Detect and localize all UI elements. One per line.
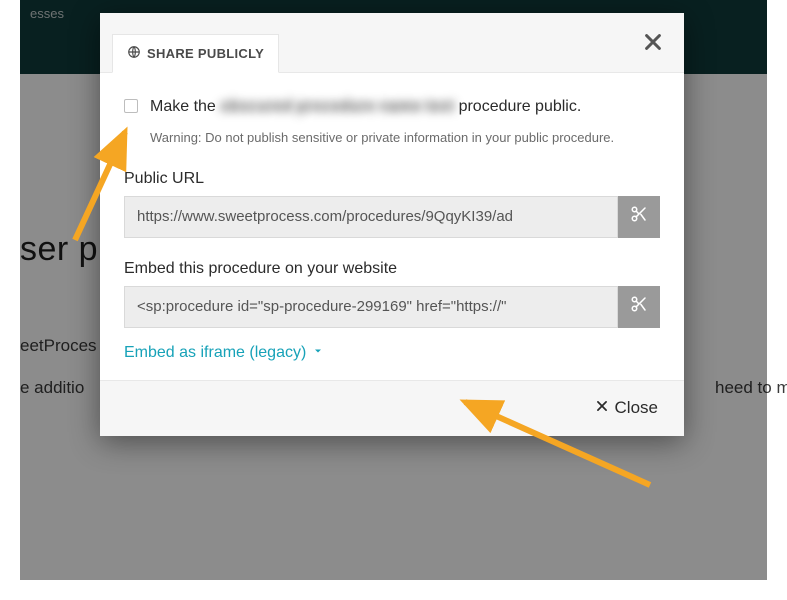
footer-close-label: Close: [615, 398, 658, 418]
embed-iframe-legacy-link[interactable]: Embed as iframe (legacy): [124, 344, 324, 362]
label-suffix: procedure public.: [459, 98, 582, 115]
make-public-label: Make the obscured procedure name text pr…: [150, 95, 614, 148]
modal-close-button[interactable]: [642, 31, 666, 55]
label-prefix: Make the: [150, 98, 220, 115]
make-public-checkbox[interactable]: [124, 99, 138, 113]
public-url-label: Public URL: [124, 170, 660, 188]
warning-text: Warning: Do not publish sensitive or pri…: [150, 128, 614, 148]
modal-tabbar: SHARE PUBLICLY: [100, 13, 684, 73]
copy-public-url-button[interactable]: [618, 196, 660, 238]
share-publicly-modal: SHARE PUBLICLY Make the obscured procedu…: [100, 13, 684, 436]
modal-body: Make the obscured procedure name text pr…: [100, 73, 684, 380]
caret-down-icon: [312, 344, 324, 362]
tab-share-publicly[interactable]: SHARE PUBLICLY: [112, 34, 279, 73]
public-url-input[interactable]: [124, 196, 618, 238]
close-icon: [595, 398, 609, 418]
scissors-icon: [630, 295, 648, 318]
embed-label: Embed this procedure on your website: [124, 260, 660, 278]
copy-embed-button[interactable]: [618, 286, 660, 328]
modal-footer: Close: [100, 380, 684, 436]
globe-icon: [127, 45, 141, 62]
procedure-name-blurred: obscured procedure name text: [220, 95, 454, 118]
embed-code-input[interactable]: [124, 286, 618, 328]
tab-label: SHARE PUBLICLY: [147, 46, 264, 61]
scissors-icon: [630, 205, 648, 228]
footer-close-button[interactable]: Close: [595, 398, 658, 418]
legacy-link-text: Embed as iframe (legacy): [124, 344, 306, 362]
